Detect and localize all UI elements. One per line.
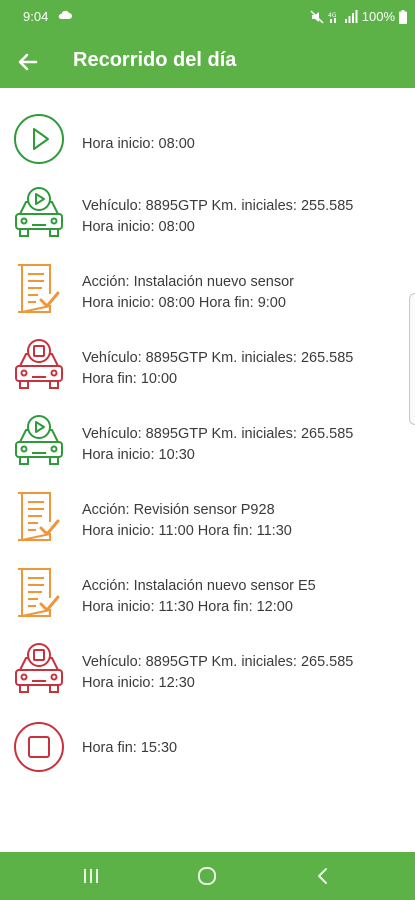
entry-line-1: Vehículo: 8895GTP Km. iniciales: 265.585 [82, 654, 354, 670]
status-bar: 9:04 4G 100% [0, 0, 415, 34]
page-title: Recorrido del día [73, 49, 237, 71]
entry-line-2: Hora inicio: 11:00 Hora fin: 11:30 [82, 523, 292, 539]
entry-line-2: Hora inicio: 11:30 Hora fin: 12:00 [82, 599, 293, 615]
list-item[interactable]: Vehículo: 8895GTP Km. iniciales: 265.585… [0, 412, 415, 472]
battery-icon [399, 9, 407, 24]
wifi-calling-icon: 4G [328, 12, 337, 23]
home-icon[interactable] [195, 864, 219, 888]
entry-line-2: Hora inicio: 10:30 [82, 447, 195, 463]
entry-line-1: Vehículo: 8895GTP Km. iniciales: 255.585 [82, 198, 354, 214]
battery-level: 100% [361, 9, 395, 24]
back-nav-icon[interactable] [311, 864, 335, 888]
list-item[interactable]: Acción: Instalación nuevo sensor E5 Hora… [0, 564, 415, 624]
entry-line-1: Acción: Instalación nuevo sensor [82, 274, 294, 290]
checklist-icon [18, 264, 60, 313]
status-icons: 4G 100% [310, 9, 407, 24]
entry-line-2: Hora inicio: 08:00 Hora fin: 9:00 [82, 295, 286, 311]
list-item[interactable]: Acción: Instalación nuevo sensor Hora in… [0, 260, 415, 320]
checklist-icon [18, 568, 60, 617]
entry-line-1: Acción: Instalación nuevo sensor E5 [82, 578, 316, 594]
app-bar: Recorrido del día [0, 34, 415, 88]
car-play-icon [15, 187, 63, 237]
car-stop-icon [15, 339, 63, 389]
cloud-icon [58, 10, 72, 19]
list-item[interactable]: Hora inicio: 08:00 [0, 110, 415, 170]
entry-line-2: Hora inicio: 12:30 [82, 675, 195, 691]
list-item[interactable]: Vehículo: 8895GTP Km. iniciales: 255.585… [0, 184, 415, 244]
entry-line-1: Hora inicio: 08:00 [82, 136, 195, 152]
entry-line-1: Vehículo: 8895GTP Km. iniciales: 265.585 [82, 350, 354, 366]
system-nav-bar [0, 852, 415, 900]
list-item[interactable]: Vehículo: 8895GTP Km. iniciales: 265.585… [0, 640, 415, 700]
recent-apps-icon[interactable] [79, 864, 103, 888]
entry-line-1: Hora fin: 15:30 [82, 740, 178, 756]
screen: 9:04 4G 100% Recorrido del día Hora inic… [0, 0, 415, 900]
car-play-icon [15, 415, 63, 465]
edge-panel-handle[interactable] [409, 293, 415, 425]
signal-icon [344, 10, 358, 23]
mute-icon [310, 9, 324, 24]
entry-line-1: Vehículo: 8895GTP Km. iniciales: 265.585 [82, 426, 354, 442]
entry-line-2: Hora fin: 10:00 [82, 371, 178, 387]
list-item[interactable]: Vehículo: 8895GTP Km. iniciales: 265.585… [0, 336, 415, 396]
list-item[interactable]: Acción: Revisión sensor P928 Hora inicio… [0, 488, 415, 548]
entry-line-2: Hora inicio: 08:00 [82, 219, 195, 235]
list-item[interactable]: Hora fin: 15:30 [0, 718, 415, 778]
car-stop-icon [15, 643, 63, 693]
play-circle-icon [14, 114, 64, 164]
checklist-icon [18, 492, 60, 541]
back-arrow-icon[interactable] [14, 48, 42, 76]
entry-line-1: Acción: Revisión sensor P928 [82, 502, 275, 518]
stop-circle-icon [14, 722, 64, 772]
svg-text:4G: 4G [328, 12, 337, 19]
status-time: 9:04 [23, 9, 49, 24]
